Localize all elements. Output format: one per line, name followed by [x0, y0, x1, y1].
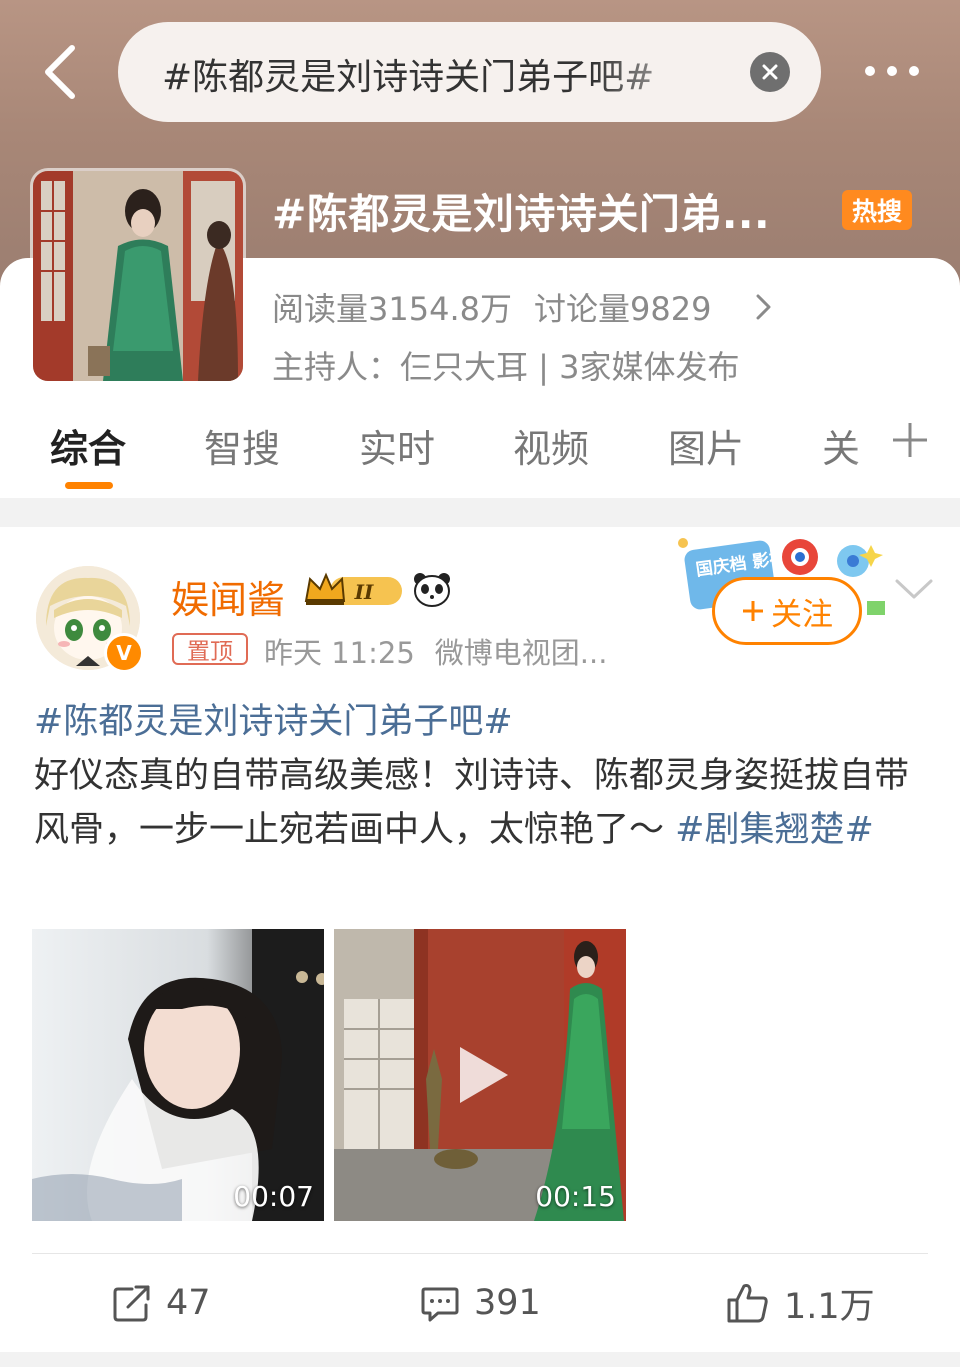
- plus-icon[interactable]: [890, 420, 930, 460]
- post-source[interactable]: 微博电视团...: [435, 636, 608, 670]
- close-icon: [762, 64, 778, 80]
- search-input[interactable]: #陈都灵是刘诗诗关门弟子吧#: [118, 22, 821, 122]
- more-options-button[interactable]: [852, 48, 932, 94]
- play-icon[interactable]: [452, 1043, 512, 1107]
- post-meta: 昨天 11:25 微博电视团...: [264, 630, 607, 672]
- video-thumbnail[interactable]: 00:07: [32, 929, 324, 1221]
- active-tab-indicator: [65, 482, 113, 489]
- top-bar: #陈都灵是刘诗诗关门弟子吧#: [0, 0, 960, 140]
- tab-images[interactable]: 图片: [668, 418, 744, 473]
- post-card: V 娱闻酱 II 置顶 昨天 11:25微博电视团... 国庆档 影视 关注: [0, 527, 960, 1352]
- topic-stats[interactable]: 阅读量3154.8万 讨论量9829: [272, 284, 773, 330]
- follow-label: 关注: [771, 596, 833, 633]
- search-query-text: #陈都灵是刘诗诗关门弟子吧#: [162, 57, 655, 98]
- plus-icon: [743, 601, 763, 621]
- tab-realtime[interactable]: 实时: [359, 418, 435, 473]
- tab-comprehensive[interactable]: 综合: [50, 418, 126, 473]
- video-frame: [32, 929, 324, 1221]
- more-dot: [909, 66, 919, 76]
- topic-title: #陈都灵是刘诗诗关门弟...: [272, 190, 771, 238]
- verified-badge-icon: V: [104, 633, 144, 673]
- svg-text:II: II: [354, 580, 374, 604]
- panda-icon: [414, 573, 450, 607]
- chevron-left-icon: [45, 45, 75, 99]
- share-count: 47: [166, 1283, 211, 1323]
- topic-thumbnail[interactable]: [30, 168, 246, 384]
- clear-search-button[interactable]: [750, 52, 790, 92]
- topic-host-line[interactable]: 主持人：仨只大耳 | 3家媒体发布: [272, 342, 740, 388]
- author-name[interactable]: 娱闻酱: [171, 569, 285, 624]
- tab-smart-search[interactable]: 智搜: [204, 418, 280, 473]
- crown-member-icon: II: [304, 572, 402, 605]
- hashtag-link[interactable]: #陈都灵是刘诗诗关门弟子吧#: [34, 695, 926, 749]
- bottom-separator: [0, 1352, 960, 1367]
- hashtag-link[interactable]: #剧集翘楚#: [675, 810, 874, 850]
- video-duration: 00:15: [535, 1180, 616, 1213]
- tab-video[interactable]: 视频: [513, 418, 589, 473]
- thumbs-up-icon: [727, 1284, 768, 1323]
- tab-bar: 综合 智搜 实时 视频 图片 关: [0, 410, 960, 498]
- post-time: 昨天 11:25: [264, 636, 415, 670]
- share-icon: [113, 1285, 150, 1322]
- chevron-down-icon[interactable]: [893, 575, 935, 605]
- like-count: 1.1万: [784, 1286, 875, 1327]
- chevron-right-icon: [756, 294, 771, 320]
- hot-search-badge: 热搜: [842, 190, 912, 230]
- discussion-count: 讨论量9829: [533, 290, 712, 328]
- more-dot: [865, 66, 875, 76]
- read-count: 阅读量3154.8万: [272, 290, 512, 328]
- follow-button[interactable]: 关注: [712, 577, 862, 645]
- share-button[interactable]: 47: [112, 1273, 211, 1333]
- comment-count: 391: [474, 1283, 541, 1323]
- video-thumbnail[interactable]: 00:15: [334, 929, 626, 1221]
- post-text: #陈都灵是刘诗诗关门弟子吧# 好仪态真的自带高级美感！刘诗诗、陈都灵身姿挺拔自带…: [34, 695, 926, 857]
- back-button[interactable]: [30, 40, 90, 104]
- pinned-badge: 置顶: [172, 633, 248, 665]
- divider: [32, 1253, 928, 1254]
- like-button[interactable]: 1.1万: [726, 1273, 875, 1333]
- more-dot: [887, 66, 897, 76]
- comment-button[interactable]: 391: [420, 1273, 541, 1333]
- comment-icon: [421, 1287, 459, 1322]
- video-duration: 00:07: [233, 1180, 314, 1213]
- topic-thumbnail-image: [33, 171, 243, 381]
